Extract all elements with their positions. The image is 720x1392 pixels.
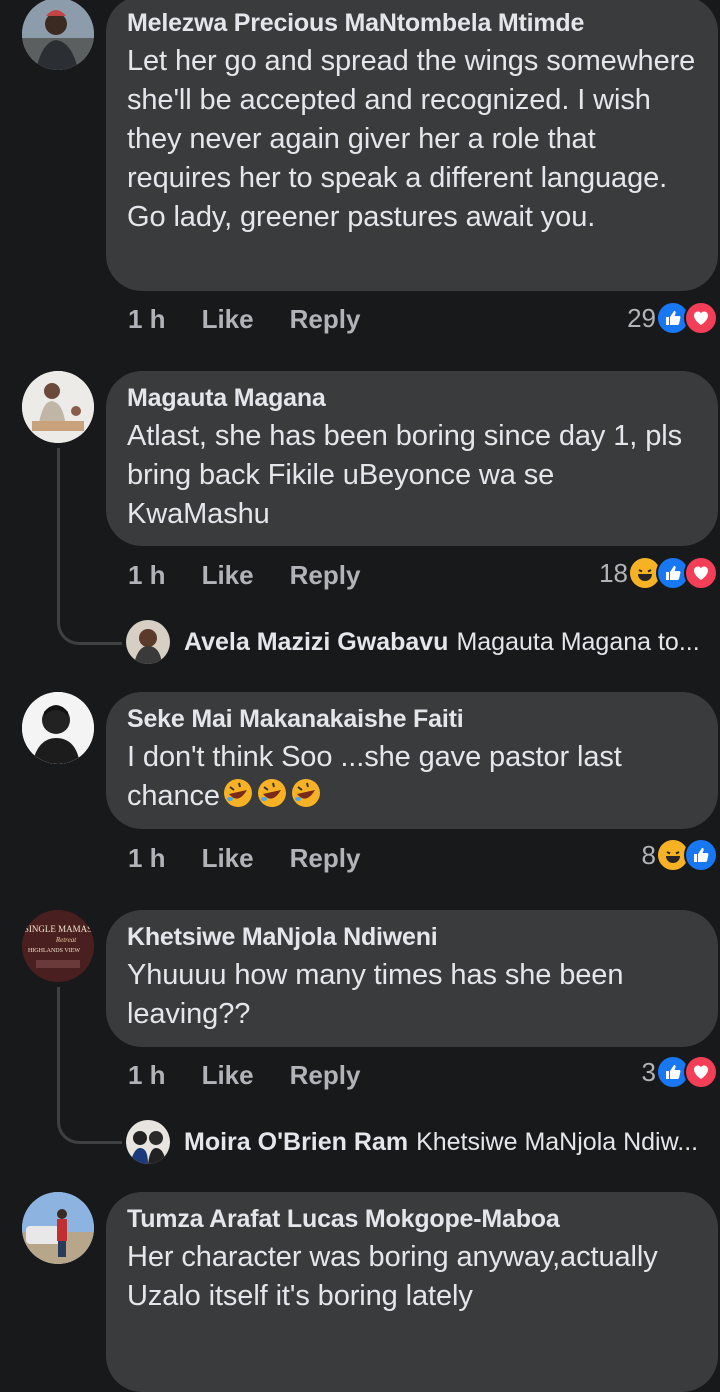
- avatar-logo-text: Retreat: [55, 936, 77, 944]
- comment-text: Let her go and spread the wings somewher…: [127, 45, 696, 233]
- reply-button[interactable]: Reply: [290, 1060, 361, 1091]
- comment-author[interactable]: Tumza Arafat Lucas Mokgope-Maboa: [127, 1204, 696, 1234]
- avatar[interactable]: SINGLE MAMAS Retreat HIGHLANDS VIEW: [22, 910, 94, 982]
- reply-thread-line: [57, 448, 122, 645]
- reaction-count: 8: [641, 839, 656, 870]
- comment-text: Her character was boring anyway,actually…: [127, 1241, 658, 1312]
- comment-text: Yhuuuu how many times has she been leavi…: [127, 959, 624, 1030]
- comment-bubble: Khetsiwe MaNjola Ndiweni Yhuuuu how many…: [106, 910, 718, 1047]
- like-button[interactable]: Like: [202, 1060, 254, 1091]
- reply-author: Moira O'Brien Ram: [184, 1127, 409, 1156]
- comment-text: Atlast, she has been boring since day 1,…: [127, 420, 682, 530]
- reply-thread-line: [57, 987, 122, 1144]
- comment-author[interactable]: Magauta Magana: [127, 383, 696, 413]
- rolling-laughing-emoji-icon: [257, 779, 286, 807]
- comment-author[interactable]: Khetsiwe MaNjola Ndiweni: [127, 922, 696, 952]
- love-reaction-icon: [684, 1055, 718, 1089]
- comment-author[interactable]: Melezwa Precious MaNtombela Mtimde: [127, 8, 696, 38]
- reaction-summary[interactable]: 18: [599, 553, 718, 593]
- avatar[interactable]: [22, 371, 94, 443]
- like-button[interactable]: Like: [202, 843, 254, 874]
- comment-bubble: Seke Mai Makanakaishe Faiti I don't thin…: [106, 692, 718, 829]
- comment-author[interactable]: Seke Mai Makanakaishe Faiti: [127, 704, 696, 734]
- comment-time[interactable]: 1 h: [128, 1060, 166, 1091]
- reaction-summary[interactable]: 8: [642, 835, 718, 875]
- reply-author: Avela Mazizi Gwabavu: [184, 627, 449, 656]
- comment-text-content: I don't think Soo ...she gave pastor las…: [127, 741, 622, 812]
- reaction-count: 29: [627, 302, 656, 333]
- reaction-count: 3: [641, 1056, 656, 1087]
- reply-preview[interactable]: Moira O'Brien Ram Khetsiwe MaNjola Ndiw.…: [126, 1120, 714, 1164]
- reaction-summary[interactable]: 3: [642, 1052, 718, 1092]
- comment-bubble: Magauta Magana Atlast, she has been bori…: [106, 371, 718, 546]
- like-button[interactable]: Like: [202, 560, 254, 591]
- avatar-logo-text: HIGHLANDS VIEW: [28, 948, 80, 954]
- comment-text: I don't think Soo ...she gave pastor las…: [127, 738, 707, 816]
- reply-preview[interactable]: Avela Mazizi Gwabavu Magauta Magana to..…: [126, 620, 714, 664]
- avatar[interactable]: [22, 1192, 94, 1264]
- rolling-laughing-emoji-icon: [291, 779, 320, 807]
- avatar[interactable]: [22, 0, 94, 70]
- like-button[interactable]: Like: [202, 304, 254, 335]
- comment-bubble: Melezwa Precious MaNtombela Mtimde Let h…: [106, 0, 718, 291]
- reply-snippet: Khetsiwe MaNjola Ndiw...: [416, 1127, 699, 1156]
- reply-avatar: [126, 620, 170, 664]
- comment-bubble: Tumza Arafat Lucas Mokgope-Maboa Her cha…: [106, 1192, 718, 1392]
- reaction-summary[interactable]: 29: [627, 298, 718, 338]
- comment-actions: 1 h Like Reply: [128, 299, 396, 339]
- comment-actions: 1 h Like Reply: [128, 1055, 396, 1095]
- reply-snippet: Magauta Magana to...: [456, 627, 700, 656]
- reaction-count: 18: [599, 557, 628, 588]
- love-reaction-icon: [684, 556, 718, 590]
- comment-time[interactable]: 1 h: [128, 843, 166, 874]
- comment-time[interactable]: 1 h: [128, 560, 166, 591]
- avatar-logo-text: SINGLE MAMAS: [24, 924, 92, 934]
- avatar[interactable]: [22, 692, 94, 764]
- comment-time[interactable]: 1 h: [128, 304, 166, 335]
- reply-button[interactable]: Reply: [290, 304, 361, 335]
- reply-button[interactable]: Reply: [290, 560, 361, 591]
- reply-button[interactable]: Reply: [290, 843, 361, 874]
- love-reaction-icon: [684, 301, 718, 335]
- like-reaction-icon: [684, 838, 718, 872]
- comment-actions: 1 h Like Reply: [128, 555, 396, 595]
- rolling-laughing-emoji-icon: [223, 779, 252, 807]
- comment-actions: 1 h Like Reply: [128, 838, 396, 878]
- reply-avatar: [126, 1120, 170, 1164]
